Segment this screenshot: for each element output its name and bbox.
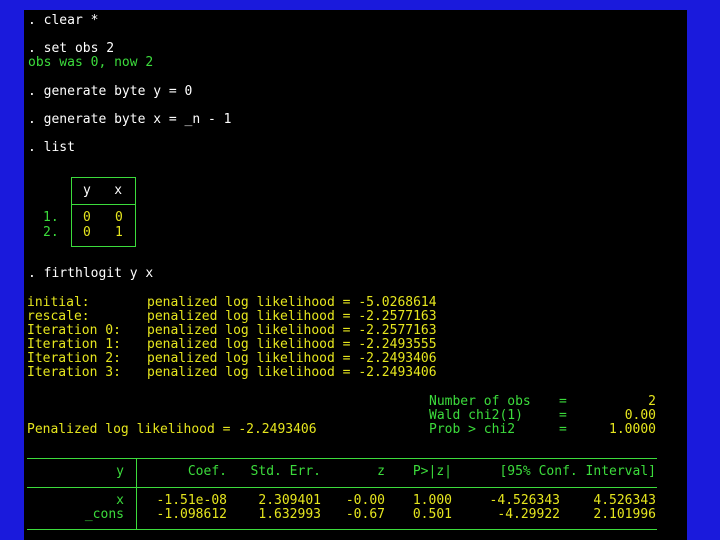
set-obs-output: obs was 0, now 2 (28, 55, 154, 70)
reg-row-ci-high: 2.101996 (593, 507, 656, 522)
command-generate-x: . generate byte x = _n - 1 (28, 112, 232, 127)
stat-value: 1.0000 (609, 422, 656, 437)
list-table-divider (71, 204, 136, 205)
reg-header-coef: Coef. (187, 464, 227, 479)
reg-header-p: P>|z| (412, 464, 452, 479)
reg-header-se: Std. Err. (250, 464, 321, 479)
list-row-y: 0 (83, 225, 91, 240)
list-table-header: y x (83, 183, 123, 198)
command-generate-y: . generate byte y = 0 (28, 84, 193, 99)
list-row-index: 2. (43, 225, 59, 240)
list-row-index: 1. (43, 210, 59, 225)
command-list: . list (28, 140, 75, 155)
reg-row-name: _cons (84, 507, 124, 522)
stat-equals: = (559, 422, 567, 437)
reg-header-ci: [95% Conf. Interval] (499, 464, 656, 479)
reg-row-ci-low: -4.29922 (497, 507, 560, 522)
list-row-y: 0 (83, 210, 91, 225)
reg-row-z: -0.67 (345, 507, 385, 522)
reg-row-se: 1.632993 (258, 507, 321, 522)
iteration-value: penalized log likelihood = -2.2493406 (147, 365, 437, 380)
reg-table-top-rule (27, 458, 657, 459)
reg-depvar: y (116, 464, 124, 479)
reg-row-p: 0.501 (412, 507, 452, 522)
iteration-label: Iteration 3: (27, 365, 121, 380)
stat-label: Prob > chi2 (429, 422, 516, 437)
stata-results-window: . clear * . set obs 2 obs was 0, now 2 .… (24, 10, 687, 540)
reg-table-header-rule (27, 487, 657, 488)
command-clear: . clear * (28, 13, 99, 28)
list-row-x: 0 (115, 210, 123, 225)
reg-table-bottom-rule (27, 529, 657, 530)
penalized-log-likelihood: Penalized log likelihood = -2.2493406 (27, 422, 317, 437)
list-row-x: 1 (115, 225, 123, 240)
reg-table-separator (136, 458, 137, 530)
command-firthlogit: . firthlogit y x (28, 266, 154, 281)
reg-row-coef: -1.098612 (156, 507, 227, 522)
reg-header-z: z (377, 464, 385, 479)
